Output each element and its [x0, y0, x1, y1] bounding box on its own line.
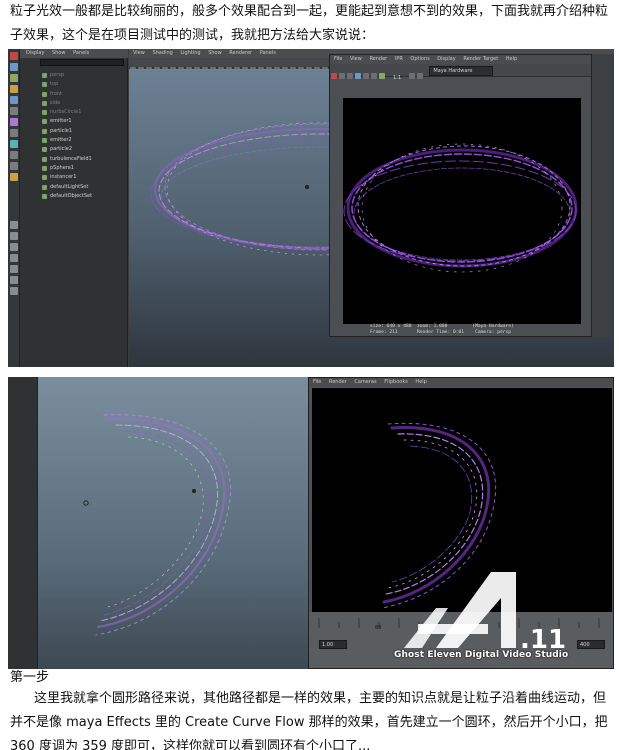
- render-target-select[interactable]: Maya Hardware: [429, 66, 494, 76]
- outliner-item[interactable]: emitter2: [42, 136, 92, 145]
- emitter-locator-icon: [192, 489, 196, 493]
- viewport-3d[interactable]: [38, 377, 308, 669]
- render-menu-render[interactable]: Render: [329, 379, 347, 385]
- render-menu-cameras[interactable]: Cameras: [354, 379, 376, 385]
- render-menu-help[interactable]: Help: [415, 379, 426, 385]
- render-menu-render[interactable]: Render: [369, 56, 387, 62]
- render-status: size: 640 x 480 zoom: 1.000 (Maya Hardwa…: [370, 324, 514, 336]
- render-canvas: [343, 98, 581, 324]
- render-status-line-2: Frame: 211 Render Time: 0:01 Camera: per…: [370, 330, 512, 335]
- curve-point-icon: [83, 500, 89, 506]
- outliner-item[interactable]: front: [42, 90, 92, 99]
- particle-arc-viewport: [83, 414, 231, 636]
- render-menu-file[interactable]: File: [313, 379, 321, 385]
- render-canvas: [312, 388, 612, 612]
- outliner-menubar: Display Show Panels: [20, 49, 128, 58]
- outliner-item[interactable]: defaultLightSet: [42, 183, 92, 192]
- render-menu-ipr[interactable]: IPR: [395, 56, 403, 62]
- outliner-item[interactable]: particle2: [42, 145, 92, 154]
- viewport-menu-shading[interactable]: Shading: [152, 50, 172, 56]
- tool-shelf: [8, 377, 38, 669]
- outliner-item[interactable]: persp: [42, 71, 92, 80]
- outliner-item[interactable]: instancer1: [42, 173, 92, 182]
- render-view-menubar: File View Render IPR Options Display Ren…: [330, 55, 591, 64]
- outliner-item[interactable]: side: [42, 99, 92, 108]
- studio-caption: Ghost Eleven Digital Video Studio: [394, 650, 569, 660]
- maya-screenshot-2: File Render Cameras Flipbooks Help 88 1.…: [8, 377, 614, 669]
- outliner-search-input[interactable]: [40, 59, 124, 66]
- outliner-item[interactable]: turbulenceField1: [42, 155, 92, 164]
- tool-shelf: [8, 49, 20, 367]
- outliner-list: persp top front side nurbsCircle1 emitte…: [42, 71, 92, 201]
- render-view-window: File Render Cameras Flipbooks Help 88 1.…: [308, 377, 614, 669]
- render-status-line-1: size: 640 x 480 zoom: 1.000 (Maya Hardwa…: [370, 324, 514, 329]
- render-menu-display[interactable]: Display: [437, 56, 455, 62]
- viewport-menu-renderer[interactable]: Renderer: [229, 50, 252, 56]
- render-menu-flipbooks[interactable]: Flipbooks: [384, 379, 408, 385]
- viewport-menu-show[interactable]: Show: [208, 50, 222, 56]
- viewport-menu-lighting[interactable]: Lighting: [180, 50, 200, 56]
- outliner-item[interactable]: top: [42, 80, 92, 89]
- render-zoom-ratio[interactable]: 1:1: [393, 75, 401, 81]
- outliner-item[interactable]: nurbsCircle1: [42, 108, 92, 117]
- timeline-start-field[interactable]: 1.00: [319, 640, 347, 649]
- outliner-menu-display[interactable]: Display: [26, 50, 44, 56]
- outliner-panel: Display Show Panels persp top front side…: [20, 49, 128, 367]
- timeline-end-field[interactable]: 400: [577, 640, 605, 649]
- viewport-menu-view[interactable]: View: [133, 50, 145, 56]
- render-menu-file[interactable]: File: [334, 56, 342, 62]
- render-menu-render-target[interactable]: Render Target: [463, 56, 498, 62]
- viewport-menu-panels[interactable]: Panels: [260, 50, 276, 56]
- outliner-menu-panels[interactable]: Panels: [73, 50, 89, 56]
- render-view-menubar: File Render Cameras Flipbooks Help: [309, 378, 613, 387]
- outliner-menu-show[interactable]: Show: [52, 50, 66, 56]
- timeline-ticks: [318, 618, 600, 628]
- step-title: 第一步: [10, 670, 50, 685]
- emitter-locator-icon: [305, 185, 309, 189]
- intro-paragraph: 粒子光效一般都是比较绚丽的，般多个效果配合到一起，更能起到意想不到的效果，下面我…: [10, 4, 609, 43]
- render-view-window: File View Render IPR Options Display Ren…: [329, 54, 592, 337]
- timeline-current-frame: 88: [375, 625, 382, 631]
- side-panel-strip: [592, 54, 614, 337]
- render-menu-options[interactable]: Options: [410, 56, 429, 62]
- particle-ring-render: [343, 143, 578, 273]
- render-menu-view[interactable]: View: [350, 56, 362, 62]
- time-slider[interactable]: 88 1.00 400: [309, 612, 613, 668]
- outliner-item[interactable]: defaultObjectSet: [42, 192, 92, 201]
- maya-screenshot-1: Display Show Panels persp top front side…: [8, 49, 614, 367]
- particle-arc-render: [381, 422, 496, 609]
- render-view-toolbar: 1:1 Maya Hardware: [330, 64, 591, 81]
- render-menu-help[interactable]: Help: [506, 56, 517, 62]
- outliner-item[interactable]: pSphere1: [42, 164, 92, 173]
- outliner-item[interactable]: emitter1: [42, 117, 92, 126]
- outliner-item[interactable]: particle1: [42, 127, 92, 136]
- body-paragraph: 这里我就拿个圆形路径来说，其他路径都是一样的效果，主要的知识点就是让粒子沿着曲线…: [10, 691, 608, 750]
